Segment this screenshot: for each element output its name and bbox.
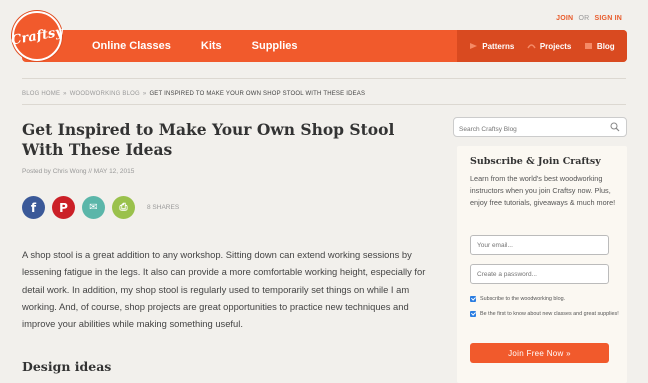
nav-patterns[interactable]: Patterns [469, 42, 514, 51]
facebook-share-icon[interactable]: f [22, 196, 45, 219]
article-title: Get Inspired to Make Your Own Shop Stool… [22, 120, 395, 159]
nav-projects-label: Projects [539, 41, 572, 51]
subscribe-description: Learn from the world's best woodworking … [470, 174, 616, 208]
nav-kits[interactable]: Kits [201, 40, 222, 52]
pinterest-share-icon[interactable]: P [52, 196, 75, 219]
projects-icon [527, 44, 536, 49]
updates-checkbox[interactable] [470, 311, 476, 317]
email-field[interactable] [470, 235, 609, 255]
site-header: JOIN OR SIGN IN Online Classes Kits Supp… [0, 0, 648, 70]
search-input[interactable] [454, 120, 604, 139]
subscribe-card: Subscribe & Join Craftsy Learn from the … [457, 146, 627, 383]
main-nav: Online Classes Kits Supplies Patterns Pr… [22, 30, 627, 62]
print-icon[interactable]: ⎙ [112, 196, 135, 219]
password-field[interactable] [470, 264, 609, 284]
nav-supplies[interactable]: Supplies [252, 40, 298, 52]
breadcrumb-separator: » [142, 91, 147, 97]
patterns-icon [470, 43, 478, 49]
share-count: 8 SHARES [147, 204, 180, 211]
breadcrumb: BLOG HOME» WOODWORKING BLOG» GET INSPIRED … [22, 91, 365, 97]
updates-checkbox-row[interactable]: Be the first to know about new classes a… [470, 311, 620, 318]
search-icon[interactable] [610, 122, 620, 132]
nav-blog-label: Blog [596, 41, 615, 51]
blog-search [453, 117, 627, 139]
or-text: OR [578, 15, 590, 22]
updates-checkbox-label: Be the first to know about new classes a… [480, 311, 619, 317]
share-bar: f P ✉ ⎙ 8 SHARES [22, 196, 179, 219]
subscribe-checkbox-label: Subscribe to the woodworking blog. [480, 296, 566, 302]
breadcrumb-blog-home[interactable]: BLOG HOME [22, 91, 60, 97]
blog-icon [584, 43, 592, 49]
join-link[interactable]: JOIN [556, 15, 573, 22]
nav-secondary: Patterns Projects Blog [457, 30, 627, 62]
craftsy-logo[interactable]: Craftsy [10, 11, 64, 61]
nav-blog[interactable]: Blog [584, 42, 615, 51]
logo-text: Craftsy [10, 24, 64, 48]
breadcrumb-woodworking-blog[interactable]: WOODWORKING BLOG [70, 91, 140, 97]
header-divider [22, 78, 626, 79]
breadcrumb-current: GET INSPIRED TO MAKE YOUR OWN SHOP STOOL… [149, 91, 366, 97]
section-heading: Design ideas [22, 359, 112, 374]
subscribe-checkbox[interactable] [470, 296, 476, 302]
breadcrumb-separator: » [63, 91, 67, 97]
breadcrumb-divider [22, 104, 626, 105]
article-body: A shop stool is a great addition to any … [22, 249, 426, 330]
sign-in-link[interactable]: SIGN IN [595, 15, 622, 22]
email-share-icon[interactable]: ✉ [82, 196, 105, 219]
article-byline: Posted by Chris Wong // MAY 12, 2015 [22, 168, 135, 175]
subscribe-title: Subscribe & Join Craftsy [470, 156, 601, 167]
nav-primary: Online Classes Kits Supplies [92, 30, 328, 62]
nav-online-classes[interactable]: Online Classes [92, 40, 171, 52]
subscribe-checkbox-row[interactable]: Subscribe to the woodworking blog. [470, 296, 620, 303]
account-links: JOIN OR SIGN IN [556, 15, 622, 22]
nav-patterns-label: Patterns [482, 41, 515, 51]
nav-projects[interactable]: Projects [527, 41, 572, 51]
join-free-button[interactable]: Join Free Now » [470, 343, 609, 363]
